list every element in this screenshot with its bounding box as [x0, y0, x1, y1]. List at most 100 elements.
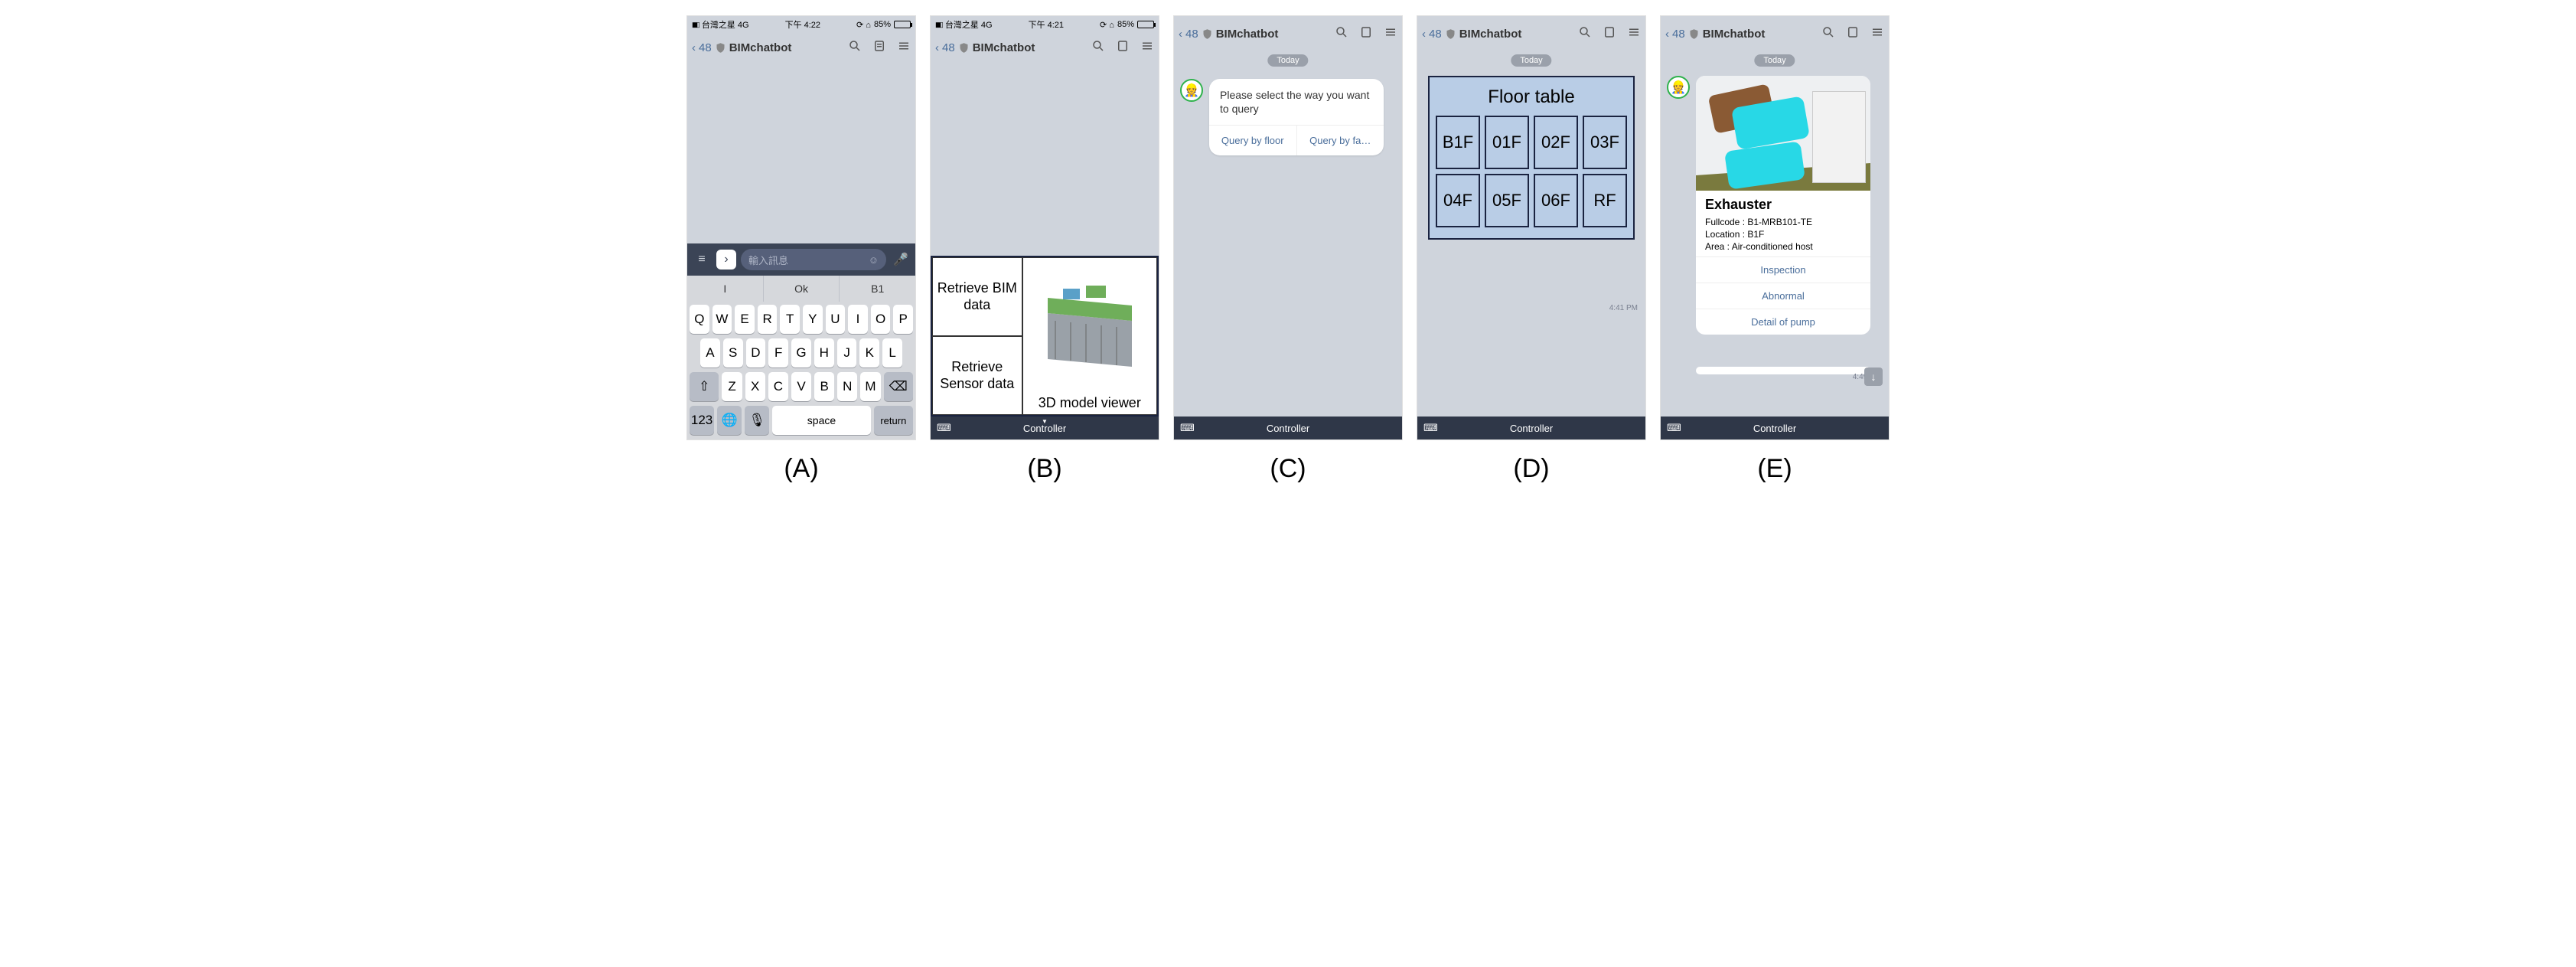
keyboard-icon[interactable]: ⌨: [937, 422, 951, 434]
keyboard-icon[interactable]: ⌨: [1667, 422, 1681, 434]
model-viewer-button[interactable]: 3D model viewer: [1022, 257, 1157, 415]
menu-icon[interactable]: [1384, 25, 1397, 43]
equipment-area: Area : Air-conditioned host: [1705, 240, 1861, 253]
key-i[interactable]: I: [848, 305, 868, 334]
keyboard-icon[interactable]: ⌨: [1180, 422, 1195, 434]
key-z[interactable]: Z: [722, 372, 742, 401]
back-button[interactable]: ‹ 48 BIMchatbot: [692, 41, 791, 54]
floor-button-05F[interactable]: 05F: [1485, 174, 1529, 227]
floor-button-04F[interactable]: 04F: [1436, 174, 1480, 227]
key-c[interactable]: C: [768, 372, 788, 401]
notes-icon[interactable]: [1116, 39, 1130, 57]
query-by-facility-button[interactable]: Query by fa…: [1297, 126, 1384, 155]
suggestion[interactable]: Ok: [764, 276, 840, 302]
key-j[interactable]: J: [837, 338, 857, 368]
screen-d: ‹ 48 BIMchatbot Today Floor table B1F01F…: [1417, 15, 1646, 440]
back-button[interactable]: ‹ 48 BIMchatbot: [1665, 28, 1765, 41]
keyboard-icon[interactable]: ⌨: [1423, 422, 1438, 434]
mic-icon[interactable]: 🎤: [891, 250, 911, 270]
search-icon[interactable]: [1091, 39, 1105, 57]
key-e[interactable]: E: [735, 305, 755, 334]
key-x[interactable]: X: [745, 372, 765, 401]
retrieve-sensor-button[interactable]: Retrieve Sensor data: [932, 336, 1022, 415]
emoji-icon[interactable]: ☺: [869, 254, 879, 266]
controller-bar[interactable]: ⌨ Controller: [1417, 417, 1645, 439]
notes-icon[interactable]: [1846, 25, 1860, 43]
notes-icon[interactable]: [1359, 25, 1373, 43]
open-richmenu-icon[interactable]: ›: [716, 250, 736, 270]
keyboard: QWERTYUIOP ASDFGHJKL ⇧ ZXCVBNM ⌫ 123 🌐 🎙…: [687, 302, 915, 439]
key-k[interactable]: K: [859, 338, 879, 368]
retrieve-bim-button[interactable]: Retrieve BIM data: [932, 257, 1022, 336]
back-button[interactable]: ‹ 48 BIMchatbot: [1179, 28, 1278, 41]
search-icon[interactable]: [1578, 25, 1592, 43]
key-n[interactable]: N: [837, 372, 857, 401]
numbers-key[interactable]: 123: [690, 406, 714, 435]
suggestion[interactable]: B1: [840, 276, 915, 302]
search-icon[interactable]: [1335, 25, 1348, 43]
return-key[interactable]: return: [874, 406, 913, 435]
query-card: Please select the way you want to query …: [1209, 79, 1384, 155]
signal-icon: [692, 20, 699, 29]
bot-avatar: 👷: [1667, 76, 1690, 99]
floor-table-title: Floor table: [1436, 82, 1627, 116]
key-g[interactable]: G: [791, 338, 811, 368]
status-bar: 台灣之星 4G 下午 4:22 ⟳ ⌂85%: [687, 16, 915, 33]
floor-button-06F[interactable]: 06F: [1534, 174, 1578, 227]
dictation-key[interactable]: 🎙: [745, 406, 769, 435]
chat-title: BIMchatbot: [729, 41, 792, 54]
key-r[interactable]: R: [758, 305, 778, 334]
menu-icon[interactable]: [1870, 25, 1884, 43]
notes-icon[interactable]: [872, 39, 886, 57]
menu-toggle-icon[interactable]: ≡: [692, 250, 712, 270]
controller-bar[interactable]: ⌨ Controller: [1174, 417, 1402, 439]
key-v[interactable]: V: [791, 372, 811, 401]
key-l[interactable]: L: [882, 338, 902, 368]
floor-button-RF[interactable]: RF: [1583, 174, 1627, 227]
floor-button-B1F[interactable]: B1F: [1436, 116, 1480, 169]
detail-button[interactable]: Detail of pump: [1696, 309, 1870, 335]
abnormal-button[interactable]: Abnormal: [1696, 283, 1870, 309]
back-button[interactable]: ‹ 48 BIMchatbot: [935, 41, 1035, 54]
controller-bar[interactable]: ⌨ ▼ Controller: [931, 417, 1159, 439]
controller-bar[interactable]: ⌨ Controller: [1661, 417, 1889, 439]
inspection-button[interactable]: Inspection: [1696, 256, 1870, 283]
shield-icon: [715, 42, 726, 54]
floor-button-03F[interactable]: 03F: [1583, 116, 1627, 169]
key-u[interactable]: U: [826, 305, 846, 334]
key-a[interactable]: A: [700, 338, 720, 368]
key-h[interactable]: H: [814, 338, 834, 368]
equipment-title: Exhauster: [1705, 197, 1861, 213]
shift-key[interactable]: ⇧: [690, 372, 719, 401]
menu-icon[interactable]: [1627, 25, 1641, 43]
key-f[interactable]: F: [768, 338, 788, 368]
key-t[interactable]: T: [780, 305, 800, 334]
message-input[interactable]: 輸入訊息☺: [741, 249, 886, 270]
floor-button-02F[interactable]: 02F: [1534, 116, 1578, 169]
globe-key[interactable]: 🌐: [717, 406, 742, 435]
key-o[interactable]: O: [871, 305, 891, 334]
key-m[interactable]: M: [860, 372, 880, 401]
menu-icon[interactable]: [897, 39, 911, 57]
key-y[interactable]: Y: [803, 305, 823, 334]
key-w[interactable]: W: [712, 305, 732, 334]
next-card-peek: [1696, 367, 1870, 374]
query-by-floor-button[interactable]: Query by floor: [1209, 126, 1297, 155]
key-s[interactable]: S: [723, 338, 743, 368]
backspace-key[interactable]: ⌫: [884, 372, 913, 401]
suggestion[interactable]: I: [687, 276, 764, 302]
search-icon[interactable]: [848, 39, 862, 57]
equipment-image: [1696, 76, 1870, 191]
date-pill: Today: [1267, 54, 1308, 67]
key-q[interactable]: Q: [690, 305, 709, 334]
scroll-down-button[interactable]: ↓: [1864, 368, 1883, 386]
space-key[interactable]: space: [772, 406, 870, 435]
key-d[interactable]: D: [746, 338, 766, 368]
notes-icon[interactable]: [1603, 25, 1616, 43]
key-p[interactable]: P: [893, 305, 913, 334]
back-button[interactable]: ‹ 48 BIMchatbot: [1422, 28, 1521, 41]
menu-icon[interactable]: [1140, 39, 1154, 57]
search-icon[interactable]: [1821, 25, 1835, 43]
key-b[interactable]: B: [814, 372, 834, 401]
floor-button-01F[interactable]: 01F: [1485, 116, 1529, 169]
